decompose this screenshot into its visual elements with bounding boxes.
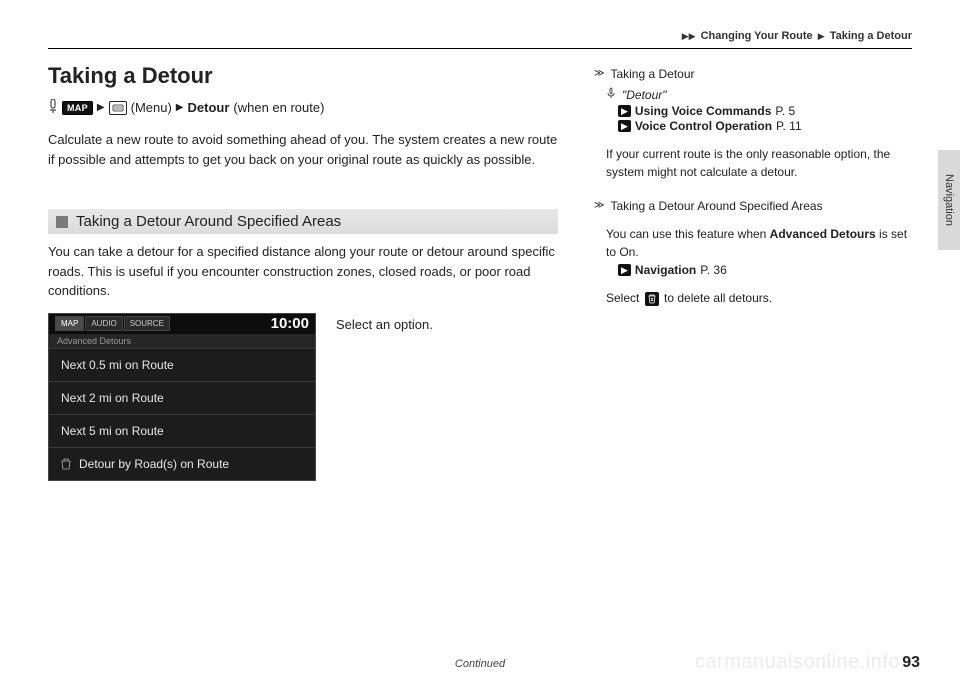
screenshot-list-item: Detour by Road(s) on Route [49,447,315,480]
intro-paragraph: Calculate a new route to avoid something… [48,130,558,169]
screenshot-caption: Select an option. [336,313,433,332]
voice-command-line: "Detour" [606,87,912,102]
breadcrumb-sep-icon: ▶ [818,31,825,41]
ref-page: P. 5 [775,104,795,118]
detour-label: Detour [188,100,230,115]
nav-path: MAP ▶ (Menu) ▶ Detour (when en route) [48,99,558,116]
detour-paren: (when en route) [233,100,324,115]
path-arrow-icon: ▶ [176,102,184,113]
path-arrow-icon: ▶ [97,102,105,113]
screenshot-list-item: Next 2 mi on Route [49,381,315,414]
ref-page: P. 36 [700,263,726,277]
page-number: 93 [902,654,920,672]
content-columns: Taking a Detour MAP ▶ (Menu) ▶ Detour (w… [48,63,912,481]
note-arrow-icon: ≫ [594,201,604,211]
device-screenshot: MAP AUDIO SOURCE 10:00 Advanced Detours … [48,313,316,481]
link-arrow-icon: ▶ [618,120,631,132]
screenshot-row: MAP AUDIO SOURCE 10:00 Advanced Detours … [48,313,558,481]
screenshot-topbar: MAP AUDIO SOURCE 10:00 [49,314,315,334]
note-heading: ≫ Taking a Detour Around Specified Areas [594,199,912,213]
breadcrumb-arrow-icon: ▶▶ [682,31,696,41]
side-tab-label: Navigation [943,174,955,226]
ref-label: Voice Control Operation [635,119,772,133]
delete-icon [645,292,659,306]
screenshot-tab: AUDIO [85,316,122,331]
breadcrumb-page: Taking a Detour [830,30,912,42]
ref-label: Navigation [635,263,696,277]
link-arrow-icon: ▶ [618,105,631,117]
top-rule [48,48,912,49]
note-heading: ≫ Taking a Detour [594,67,912,81]
screenshot-clock: 10:00 [271,315,309,332]
subsection-header: Taking a Detour Around Specified Areas [48,209,558,234]
ref-label: Using Voice Commands [635,104,771,118]
main-column: Taking a Detour MAP ▶ (Menu) ▶ Detour (w… [48,63,558,481]
note-title-text: Taking a Detour [610,67,694,81]
screenshot-tab: SOURCE [124,316,170,331]
note-title-text: Taking a Detour Around Specified Areas [610,199,822,213]
note-paragraph: You can use this feature when Advanced D… [606,225,912,261]
footer-continued: Continued [48,658,912,670]
link-arrow-icon: ▶ [618,264,631,276]
square-bullet-icon [56,216,68,228]
navigate-icon [48,99,58,116]
page-title: Taking a Detour [48,63,558,89]
breadcrumb: ▶▶ Changing Your Route ▶ Taking a Detour [48,30,912,48]
note-paragraph: Select to delete all detours. [606,289,912,307]
screenshot-subtitle: Advanced Detours [49,334,315,348]
voice-icon [606,87,616,102]
voice-command-text: "Detour" [622,88,667,102]
subsection-paragraph: You can take a detour for a specified di… [48,242,558,301]
menu-label: (Menu) [131,100,172,115]
screenshot-tab: MAP [55,316,84,331]
subsection-title: Taking a Detour Around Specified Areas [76,213,341,230]
screenshot-list-item: Next 0.5 mi on Route [49,348,315,381]
manual-page: ▶▶ Changing Your Route ▶ Taking a Detour… [0,0,960,678]
cross-reference: ▶ Using Voice Commands P. 5 [618,104,912,118]
cross-reference: ▶ Navigation P. 36 [618,263,912,277]
section-side-tab: Navigation [938,150,960,250]
notes-column: ≫ Taking a Detour "Detour" ▶ Using Voice… [594,63,912,481]
trash-icon [61,458,71,470]
screenshot-list-item: Next 5 mi on Route [49,414,315,447]
ref-page: P. 11 [776,119,802,133]
note-paragraph: If your current route is the only reason… [606,145,912,181]
menu-button-icon [109,101,127,115]
note-arrow-icon: ≫ [594,69,604,79]
map-button-icon: MAP [62,101,93,115]
breadcrumb-section: Changing Your Route [701,30,813,42]
cross-reference: ▶ Voice Control Operation P. 11 [618,119,912,133]
